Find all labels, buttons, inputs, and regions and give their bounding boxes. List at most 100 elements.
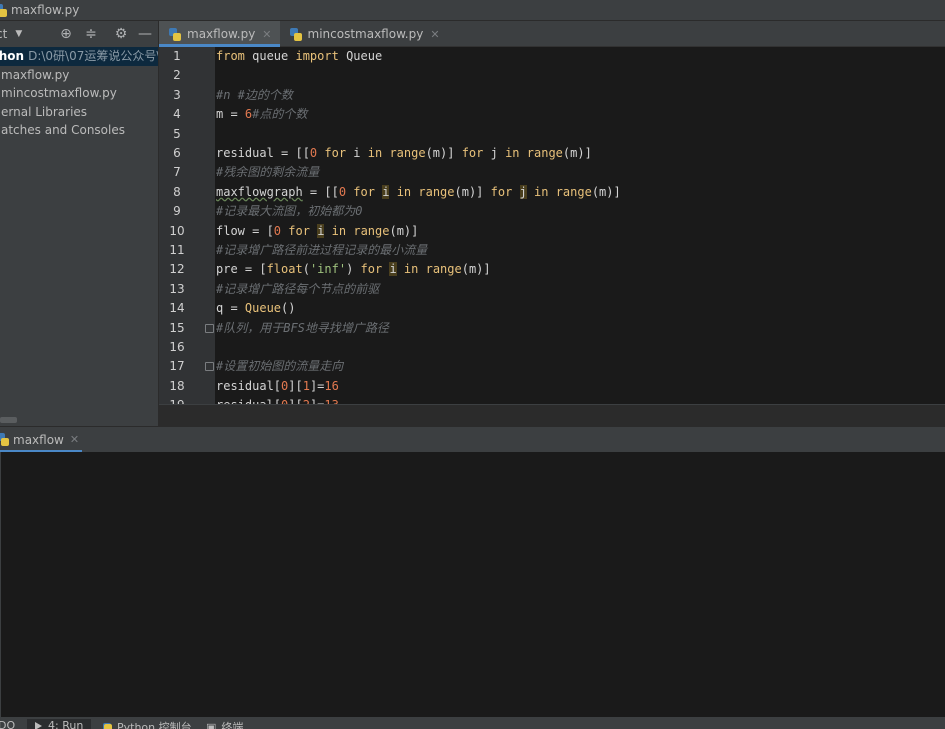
- code-comment: #记录增广路径每个节点的前驱: [216, 281, 380, 296]
- code-comment: #残余图的剩余流量: [216, 165, 320, 180]
- minimize-icon[interactable]: —: [136, 25, 154, 43]
- project-tree: thonD:\0研\07运筹说公众号\运 maxflow.py mincostm…: [0, 47, 158, 426]
- code-line: 13 #记录增广路径每个节点的前驱: [159, 280, 945, 299]
- line-number: 19: [159, 396, 195, 404]
- run-console-output[interactable]: [0, 452, 945, 717]
- code-line: 7 #残余图的剩余流量: [159, 163, 945, 182]
- code-line: 18 residual[0][1]=16: [159, 377, 945, 396]
- collapse-all-icon[interactable]: ≑: [82, 25, 100, 43]
- python-console-label: Python 控制台: [117, 721, 192, 729]
- code-text: residual[0][1]=16: [216, 378, 339, 393]
- terminal-tool-button[interactable]: ▣ 终端: [206, 719, 243, 729]
- line-number: 8: [173, 184, 181, 199]
- terminal-icon: ▣: [206, 720, 217, 729]
- code-line: 2: [159, 66, 945, 85]
- line-number: 6: [173, 146, 181, 160]
- tree-item-mincostmaxflow[interactable]: mincostmaxflow.py: [0, 84, 158, 103]
- code-line: 8 maxflowgraph = [[0 for i in range(m)] …: [159, 183, 945, 202]
- close-icon[interactable]: ✕: [70, 433, 79, 446]
- fold-icon[interactable]: [205, 362, 214, 372]
- code-line: 16: [159, 338, 945, 357]
- tree-item-external-libraries[interactable]: ernal Libraries: [0, 103, 158, 122]
- run-panel-header: maxflow ✕: [0, 426, 945, 453]
- code-line: 12 pre = [float('inf') for i in range(m)…: [159, 260, 945, 279]
- tab-mincostmaxflow[interactable]: mincostmaxflow.py ✕: [280, 21, 448, 47]
- window-titlebar: maxflow.py: [0, 0, 945, 21]
- line-number: 4: [173, 107, 181, 122]
- line-number: 1: [173, 49, 181, 63]
- python-file-icon: [0, 3, 7, 17]
- code-line: 4 m = 6#点的个数: [159, 105, 945, 124]
- line-number: 18: [169, 378, 185, 393]
- close-icon[interactable]: ✕: [430, 28, 439, 41]
- code-line: 3 #n #边的个数: [159, 86, 945, 105]
- code-line: 9 #记录最大流图，初始都为0: [159, 202, 945, 221]
- line-number: 16: [169, 340, 185, 354]
- close-icon[interactable]: ✕: [262, 28, 271, 41]
- run-tool-button[interactable]: 4: Run: [27, 719, 92, 729]
- code-line: 1 from queue import Queue: [159, 47, 945, 66]
- python-file-icon: [289, 27, 302, 41]
- code-comment: #n #边的个数: [216, 87, 293, 102]
- todo-label: DO: [0, 719, 16, 729]
- python-console-tool-button[interactable]: Python 控制台: [103, 719, 192, 729]
- line-number: 5: [173, 126, 181, 141]
- code-line: 5: [159, 125, 945, 144]
- line-number: 7: [173, 165, 181, 180]
- python-file-icon: [0, 433, 9, 446]
- play-icon: [35, 721, 42, 729]
- code-text: m = 6#点的个数: [216, 107, 308, 122]
- tool-window-bar: DO 4: Run Python 控制台 ▣ 终端: [0, 717, 945, 729]
- line-number: 15: [169, 320, 185, 335]
- run-label: 4: Run: [48, 719, 84, 729]
- code-text: from queue import Queue: [216, 49, 383, 63]
- gear-icon[interactable]: ⚙: [112, 25, 130, 43]
- code-comment: #记录最大流图，初始都为0: [216, 204, 363, 219]
- line-number: 10: [169, 223, 185, 238]
- line-number: 3: [173, 87, 181, 102]
- project-root-path: D:\0研\07运筹说公众号\运: [28, 49, 158, 63]
- tab-label: mincostmaxflow.py: [307, 27, 424, 41]
- code-text: pre = [float('inf') for i in range(m)]: [216, 262, 491, 277]
- editor-breadcrumb-bar: [159, 404, 945, 426]
- locate-icon[interactable]: ⊕: [57, 25, 75, 43]
- chevron-down-icon[interactable]: ▼: [15, 29, 22, 39]
- line-number: 14: [169, 301, 185, 316]
- tree-item-maxflow[interactable]: maxflow.py: [0, 66, 158, 85]
- code-comment: #设置初始图的流量走向: [216, 359, 344, 374]
- project-root[interactable]: thonD:\0研\07运筹说公众号\运: [0, 47, 158, 66]
- code-text: maxflowgraph = [[0 for i in range(m)] fo…: [216, 184, 621, 199]
- sidebar-scrollbar[interactable]: [0, 417, 17, 423]
- project-panel-header: ct ▼ ⊕ ≑ ⚙ —: [0, 21, 159, 47]
- code-text: flow = [0 for i in range(m)]: [216, 223, 419, 238]
- editor-tabs: maxflow.py ✕ mincostmaxflow.py ✕: [159, 21, 945, 47]
- tree-item-label: mincostmaxflow.py: [1, 86, 117, 100]
- tree-item-scratches[interactable]: atches and Consoles: [0, 121, 158, 140]
- tree-item-label: atches and Consoles: [1, 123, 125, 137]
- python-console-icon: [103, 722, 112, 729]
- code-text: residual[0][2]=13: [216, 396, 339, 404]
- project-view-selector[interactable]: ct: [0, 27, 7, 41]
- line-number: 2: [173, 68, 181, 83]
- line-number: 9: [173, 204, 181, 219]
- code-editor[interactable]: 1 from queue import Queue 2 3 #n #边的个数 4…: [159, 47, 945, 404]
- code-line: 10 flow = [0 for i in range(m)]: [159, 222, 945, 241]
- tree-item-label: ernal Libraries: [1, 104, 88, 119]
- project-root-name: thon: [0, 49, 25, 63]
- line-number: 17: [169, 359, 185, 374]
- todo-tool-button[interactable]: DO: [0, 719, 15, 729]
- line-number: 11: [169, 243, 185, 257]
- run-tab-label: maxflow: [13, 432, 64, 447]
- code-text: q = Queue(): [216, 301, 296, 316]
- terminal-label: 终端: [221, 721, 244, 729]
- tab-run-maxflow[interactable]: maxflow ✕: [0, 427, 87, 453]
- code-line: 11 #记录增广路径前进过程记录的最小流量: [159, 241, 945, 260]
- code-line: 15 #队列，用于BFS地寻找增广路径: [159, 319, 945, 338]
- tab-label: maxflow.py: [187, 27, 256, 41]
- code-line: 14 q = Queue(): [159, 299, 945, 318]
- tab-maxflow[interactable]: maxflow.py ✕: [159, 21, 280, 47]
- code-comment: #队列，用于BFS地寻找增广路径: [216, 320, 389, 335]
- fold-icon[interactable]: [205, 323, 214, 333]
- line-number: 13: [169, 281, 185, 296]
- window-title: maxflow.py: [11, 3, 80, 17]
